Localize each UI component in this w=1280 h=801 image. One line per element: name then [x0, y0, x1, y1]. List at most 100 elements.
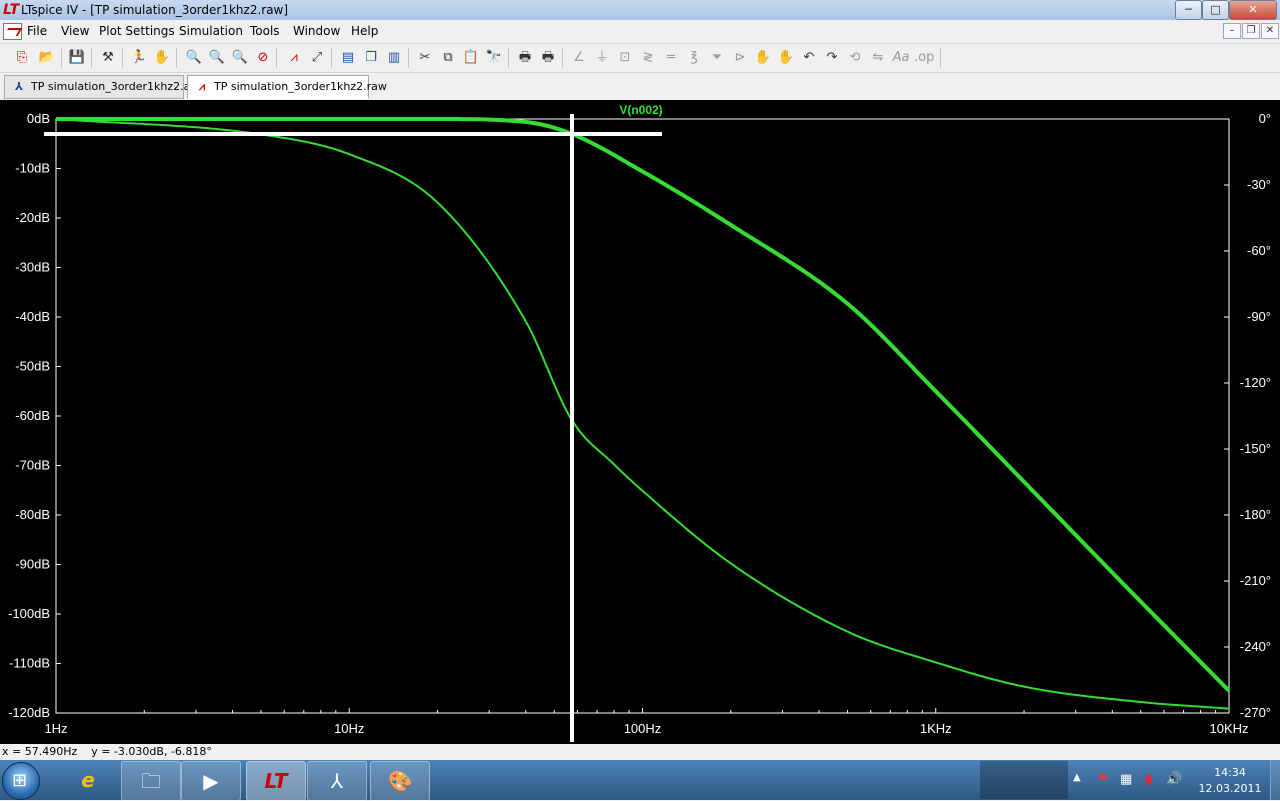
move-icon[interactable]: ✋ — [753, 49, 773, 67]
ltspice-logo-icon[interactable]: LT — [3, 2, 19, 18]
vertical-autorange-icon[interactable]: ⤢ — [307, 49, 327, 67]
y-left-tick-label: -120dB — [8, 705, 50, 720]
waveform-plot-pane[interactable]: 1Hz 10Hz 100Hz 1KHz 10KHz 0dB -10dB -20dB -30dB -… — [0, 100, 1280, 744]
autorange-icon[interactable]: ⩘ — [284, 49, 304, 67]
drag-icon[interactable]: ✋ — [776, 49, 796, 67]
windows-explorer-icon[interactable]: 🗀 — [121, 761, 181, 801]
toolbar: ⎘ 📂 💾 ⚒ 🏃 ✋ 🔍 🔍 🔍 ⊘ ⩘ ⤢ ▤ ❐ ▥ ✂ ⧉ 📋 🔭 🖶 … — [0, 44, 1280, 73]
volume-icon[interactable]: 🔊 — [1166, 772, 1182, 787]
action-center-flag-icon[interactable]: ⚑ — [1097, 772, 1109, 787]
adobe-reader-icon[interactable]: ⅄ — [307, 761, 367, 801]
y-left-tick-label: -50dB — [15, 359, 50, 374]
zoom-fit-icon[interactable]: ⊘ — [253, 49, 273, 67]
y-left-tick-label: -80dB — [15, 507, 50, 522]
menu-view[interactable]: View — [61, 24, 89, 38]
mirror-icon[interactable]: ⇋ — [868, 49, 888, 67]
network-icon[interactable]: ▦ — [1120, 772, 1132, 787]
ltspice-taskbar-icon[interactable]: LT — [246, 761, 306, 801]
y-right-tick-label: -270° — [1240, 705, 1271, 720]
copy-icon[interactable]: ⧉ — [438, 49, 458, 67]
menu-window[interactable]: Window — [293, 24, 340, 38]
x-tick-label: 10KHz — [1209, 721, 1248, 736]
trace-label[interactable]: V(n002) — [619, 103, 662, 117]
y-right-tick-label: -240° — [1240, 639, 1271, 654]
cursor-readout: x = 57.490Hz y = -3.030dB, -6.818° — [2, 745, 212, 758]
diode-icon[interactable]: ⏷ — [707, 49, 727, 67]
y-left-tick-label: -60dB — [15, 408, 50, 423]
signal-icon[interactable]: ▮ — [1145, 772, 1152, 787]
wire-icon[interactable]: ∠ — [569, 49, 589, 67]
paint-icon[interactable]: 🎨 — [370, 761, 430, 801]
tray-expand-icon[interactable]: ▲ — [1073, 772, 1081, 783]
clock-time[interactable]: 14:34 — [1200, 766, 1260, 779]
zoom-in-icon[interactable]: 🔍 — [184, 49, 204, 67]
toolbar-separator — [562, 48, 563, 68]
label-icon[interactable]: ⊡ — [615, 49, 635, 67]
minimize-button[interactable]: ─ — [1175, 0, 1202, 20]
y-left-tick-label: -20dB — [15, 210, 50, 225]
menu-plot-settings[interactable]: Plot Settings — [99, 24, 175, 38]
y-left-tick-label: -90dB — [15, 557, 50, 572]
print-setup-icon[interactable]: 🖶 — [515, 49, 535, 67]
capacitor-icon[interactable]: ═ — [661, 49, 681, 67]
zoom-area-icon[interactable]: 🔍 — [207, 49, 227, 67]
plot-frame — [55, 118, 1230, 714]
cascade-icon[interactable]: ❐ — [361, 49, 381, 67]
toolbar-separator — [276, 48, 277, 68]
redo-icon[interactable]: ↷ — [822, 49, 842, 67]
window-title: LTspice IV - [TP simulation_3order1khz2.… — [21, 3, 289, 17]
x-tick-label: 100Hz — [624, 721, 662, 736]
waveform-window-icon[interactable] — [3, 23, 22, 40]
tab-schematic[interactable]: ⅄ TP simulation_3order1khz2.asc — [4, 75, 202, 99]
mdi-close-button[interactable]: ✕ — [1261, 23, 1279, 39]
internet-explorer-icon[interactable]: e — [60, 761, 116, 799]
menu-tools[interactable]: Tools — [250, 24, 280, 38]
waveform-icon: ⩘ — [198, 80, 206, 93]
menu-file[interactable]: File — [27, 24, 47, 38]
resistor-icon[interactable]: ≷ — [638, 49, 658, 67]
media-player-icon[interactable]: ▶ — [181, 761, 241, 801]
rotate-icon[interactable]: ⟲ — [845, 49, 865, 67]
undo-icon[interactable]: ↶ — [799, 49, 819, 67]
component-icon[interactable]: ⊳ — [730, 49, 750, 67]
cut-icon[interactable]: ✂ — [415, 49, 435, 67]
status-bar: x = 57.490Hz y = -3.030dB, -6.818° — [0, 744, 1280, 760]
maximize-button[interactable]: □ — [1202, 0, 1229, 20]
toolbar-separator — [331, 48, 332, 68]
save-icon[interactable]: 💾 — [67, 49, 87, 67]
phase-trace — [55, 118, 1230, 710]
new-schematic-icon[interactable]: ⎘ — [12, 49, 32, 67]
run-icon[interactable]: 🏃 — [129, 49, 149, 67]
control-panel-icon[interactable]: ⚒ — [98, 49, 118, 67]
menu-help[interactable]: Help — [351, 24, 378, 38]
start-button[interactable]: ⊞ — [2, 762, 40, 800]
bode-plot[interactable]: 1Hz 10Hz 100Hz 1KHz 10KHz 0dB -10dB -20dB -30dB -… — [0, 100, 1280, 744]
menu-simulation[interactable]: Simulation — [179, 24, 243, 38]
y-right-tick-label: -210° — [1240, 573, 1271, 588]
find-icon[interactable]: 🔭 — [484, 49, 504, 67]
ground-icon[interactable]: ⏚ — [592, 49, 612, 67]
document-tabs: ⅄ TP simulation_3order1khz2.asc ⩘ TP simul… — [0, 73, 1280, 99]
inductor-icon[interactable]: ℥ — [684, 49, 704, 67]
y-left-tick-label: -10dB — [15, 161, 50, 176]
mdi-minimize-button[interactable]: – — [1223, 23, 1241, 39]
clock-date[interactable]: 12.03.2011 — [1192, 782, 1268, 795]
tile-vertical-icon[interactable]: ▥ — [384, 49, 404, 67]
y-left-tick-label: -30dB — [15, 260, 50, 275]
zoom-out-icon[interactable]: 🔍 — [230, 49, 250, 67]
x-tick-label: 10Hz — [334, 721, 364, 736]
text-icon[interactable]: Aa — [891, 49, 911, 67]
open-icon[interactable]: 📂 — [37, 49, 57, 67]
print-icon[interactable]: 🖶 — [538, 49, 558, 67]
tile-horizontal-icon[interactable]: ▤ — [338, 49, 358, 67]
tab-waveform[interactable]: ⩘ TP simulation_3order1khz2.raw — [187, 75, 387, 99]
spice-directive-icon[interactable]: .op — [914, 49, 934, 67]
y-left-tick-label: -100dB — [8, 606, 50, 621]
toolbar-separator — [408, 48, 409, 68]
mdi-restore-button[interactable]: ❐ — [1242, 23, 1260, 39]
close-button[interactable]: ✕ — [1229, 0, 1277, 20]
y-left-tick-label: 0dB — [27, 111, 50, 126]
paste-icon[interactable]: 📋 — [461, 49, 481, 67]
halt-icon[interactable]: ✋ — [152, 49, 172, 67]
show-desktop-button[interactable] — [1270, 760, 1280, 800]
